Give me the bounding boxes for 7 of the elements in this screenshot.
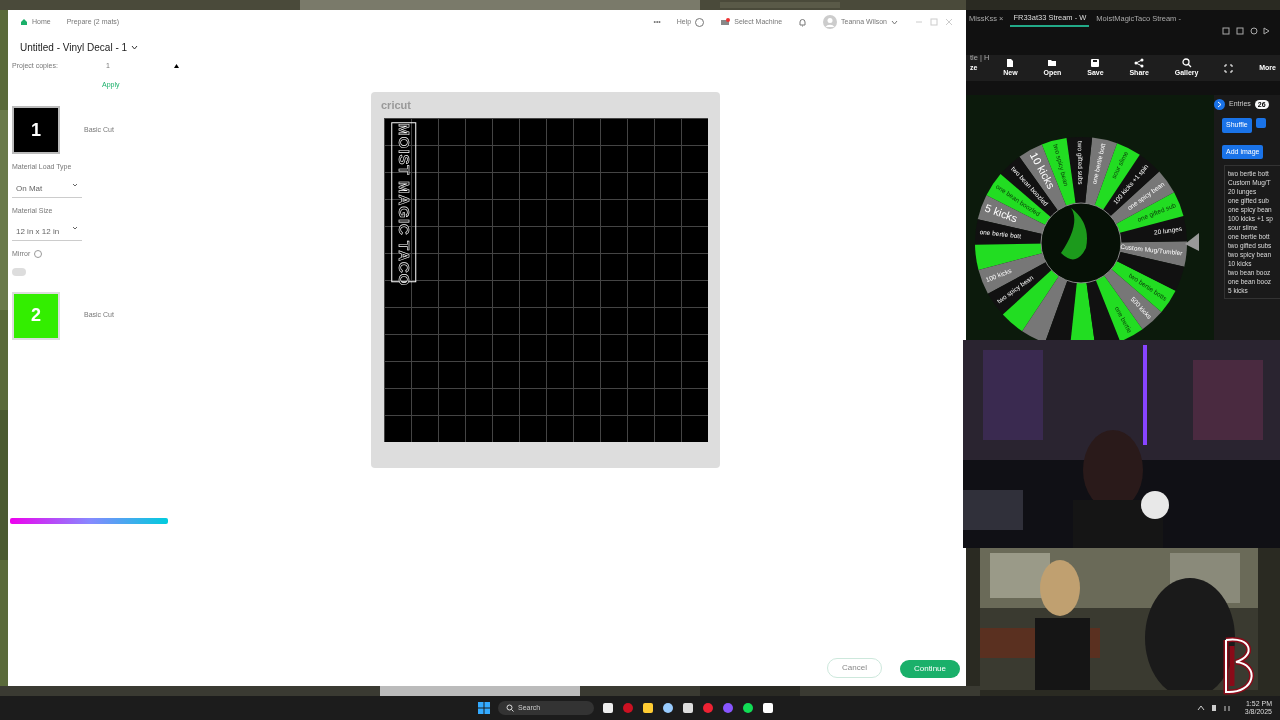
material-size-select[interactable]: 12 in x 12 in — [12, 224, 82, 241]
cancel-button[interactable]: Cancel — [827, 658, 882, 678]
mat-logo: cricut — [381, 98, 411, 113]
project-title: Untitled - Vinyl Decal - 1 — [20, 41, 128, 55]
load-type-select[interactable]: On Mat — [12, 180, 82, 198]
wheel-label: 5 kicks — [983, 201, 1020, 225]
mat-thumbnail[interactable]: 1 — [12, 106, 60, 154]
